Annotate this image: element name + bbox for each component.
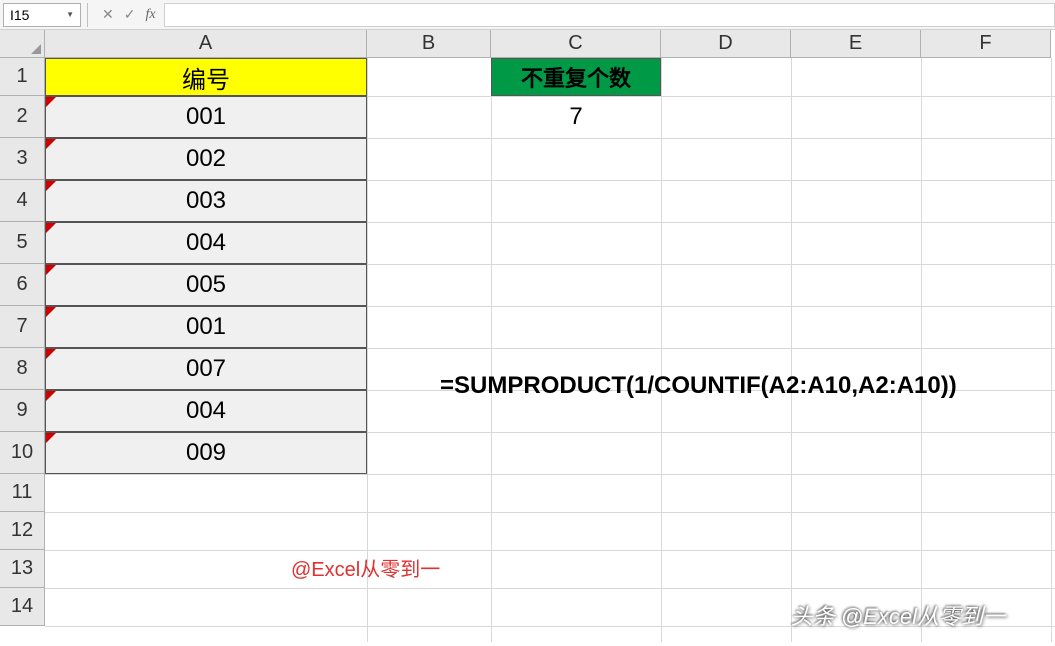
data-area[interactable]: 编号 001 002 003 004 005: [45, 58, 1055, 626]
cell-C1[interactable]: 不重复个数: [491, 58, 661, 96]
row-header-12[interactable]: 12: [0, 512, 45, 550]
comment-marker-icon: [46, 223, 56, 233]
watermark-platform: 头条 @Excel从零到一: [791, 599, 1005, 631]
row-header-1[interactable]: 1: [0, 58, 45, 96]
comment-marker-icon: [46, 265, 56, 275]
gridline: [45, 588, 1055, 589]
cell-A1[interactable]: 编号: [45, 58, 367, 96]
cell-A5[interactable]: 004: [45, 222, 367, 264]
row-header-2[interactable]: 2: [0, 96, 45, 138]
gridline: [45, 512, 1055, 513]
row-header-6[interactable]: 6: [0, 264, 45, 306]
gridline: [791, 58, 792, 642]
gridline: [491, 58, 492, 642]
cell-value: 001: [186, 103, 226, 131]
cancel-icon[interactable]: ✕: [102, 6, 114, 23]
cell-C2[interactable]: 7: [491, 96, 661, 138]
cell-value: 007: [186, 355, 226, 383]
row-header-3[interactable]: 3: [0, 138, 45, 180]
cell-A6[interactable]: 005: [45, 264, 367, 306]
cell-reference: I15: [10, 7, 29, 23]
column-header-C[interactable]: C: [491, 30, 661, 58]
cell-value: 005: [186, 271, 226, 299]
row-header-13[interactable]: 13: [0, 550, 45, 588]
watermark-author: @Excel从零到一: [291, 553, 440, 582]
comment-marker-icon: [46, 97, 56, 107]
gridline: [45, 550, 1055, 551]
formula-input[interactable]: [164, 3, 1055, 27]
grid-body: 1 2 3 4 5 6 7 8 9 10 11 12 13 14: [0, 58, 1055, 626]
column-header-F[interactable]: F: [921, 30, 1051, 58]
select-all-corner[interactable]: [0, 30, 45, 58]
row-header-4[interactable]: 4: [0, 180, 45, 222]
row-header-11[interactable]: 11: [0, 474, 45, 512]
column-header-A[interactable]: A: [45, 30, 367, 58]
comment-marker-icon: [46, 433, 56, 443]
gridline: [921, 58, 922, 642]
formula-annotation: =SUMPRODUCT(1/COUNTIF(A2:A10,A2:A10)): [440, 372, 957, 400]
column-header-D[interactable]: D: [661, 30, 791, 58]
cell-A8[interactable]: 007: [45, 348, 367, 390]
gridline: [45, 474, 1055, 475]
cell-value: 001: [186, 313, 226, 341]
row-headers: 1 2 3 4 5 6 7 8 9 10 11 12 13 14: [0, 58, 45, 626]
row-header-10[interactable]: 10: [0, 432, 45, 474]
column-headers-row: A B C D E F: [0, 30, 1055, 58]
name-box-dropdown-icon[interactable]: ▼: [66, 10, 74, 19]
comment-marker-icon: [46, 391, 56, 401]
formula-bar-icons: ✕ ✓ fx: [94, 6, 164, 23]
fx-icon[interactable]: fx: [145, 7, 155, 23]
comment-marker-icon: [46, 139, 56, 149]
cell-A7[interactable]: 001: [45, 306, 367, 348]
row-header-5[interactable]: 5: [0, 222, 45, 264]
name-box[interactable]: I15 ▼: [3, 3, 81, 27]
column-header-E[interactable]: E: [791, 30, 921, 58]
cell-A3[interactable]: 002: [45, 138, 367, 180]
gridline: [661, 58, 662, 642]
comment-marker-icon: [46, 349, 56, 359]
row-header-14[interactable]: 14: [0, 588, 45, 626]
gridline: [1051, 58, 1052, 642]
comment-marker-icon: [46, 181, 56, 191]
row-header-9[interactable]: 9: [0, 390, 45, 432]
cell-A9[interactable]: 004: [45, 390, 367, 432]
row-header-8[interactable]: 8: [0, 348, 45, 390]
divider: [87, 3, 88, 27]
cell-value: 003: [186, 187, 226, 215]
cell-value: 009: [186, 439, 226, 467]
formula-bar: I15 ▼ ✕ ✓ fx: [0, 0, 1055, 30]
cell-value: 004: [186, 397, 226, 425]
row-header-7[interactable]: 7: [0, 306, 45, 348]
spreadsheet-grid: A B C D E F 1 2 3 4 5 6 7 8 9 10 11 12 1…: [0, 30, 1055, 626]
cell-value: 004: [186, 229, 226, 257]
cell-value: 002: [186, 145, 226, 173]
comment-marker-icon: [46, 307, 56, 317]
cell-A10[interactable]: 009: [45, 432, 367, 474]
confirm-icon[interactable]: ✓: [124, 6, 136, 23]
cell-A2[interactable]: 001: [45, 96, 367, 138]
cell-A4[interactable]: 003: [45, 180, 367, 222]
column-header-B[interactable]: B: [367, 30, 491, 58]
